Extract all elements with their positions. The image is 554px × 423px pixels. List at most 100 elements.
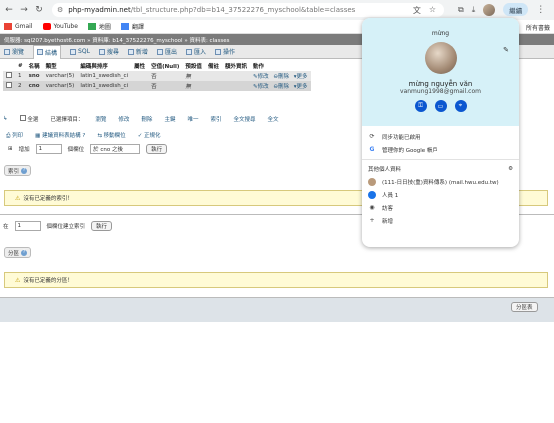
youtube-icon	[42, 23, 51, 30]
profile-item-person1[interactable]: 人員 1	[368, 188, 513, 201]
col-header-name[interactable]: 名稱	[26, 61, 43, 71]
popup-top-name: mừng	[431, 30, 450, 37]
col-header-collation: 編碼與排序	[80, 64, 108, 70]
edit-link[interactable]: ✎修改	[253, 84, 269, 90]
passwords-key-icon[interactable]: ⚿	[414, 100, 427, 112]
guest-row[interactable]: ◉ 訪客	[368, 201, 513, 214]
help-icon[interactable]: ?	[21, 249, 28, 256]
menu-kebab-icon[interactable]: ⋮	[536, 5, 545, 15]
move-columns-link[interactable]: ⇆ 移動欄位	[97, 131, 125, 140]
drop-link[interactable]: ⊖刪除	[273, 74, 289, 80]
more-dropdown[interactable]: ▾更多	[294, 74, 308, 80]
structure-icon	[37, 49, 44, 55]
drop-link[interactable]: ⊖刪除	[273, 84, 289, 90]
tab-structure[interactable]: 結構	[33, 44, 62, 59]
other-profiles-heading: 其他個人資料	[368, 167, 402, 173]
operations-icon	[214, 48, 221, 55]
profile-thumb-icon	[368, 177, 376, 186]
col-header-comments: 備註	[207, 64, 219, 70]
bulk-drop[interactable]: 刪除	[141, 115, 152, 123]
profile-item-school[interactable]: (111-日日技(重)資料傳系) (mail.hwu.edu.tw)	[368, 175, 513, 188]
check-all-checkbox[interactable]	[19, 115, 26, 121]
bulk-fulltext[interactable]: 全文	[268, 115, 279, 123]
translate-bookmark-icon	[120, 23, 129, 30]
indexes-legend: 索引?	[4, 165, 32, 176]
tab-sql[interactable]: SQL	[70, 48, 90, 55]
add-column-count-input[interactable]: 1	[35, 144, 62, 154]
tab-search[interactable]: 搜尋	[98, 47, 119, 56]
structure-table: # 名稱 類型 編碼與排序 屬性 空值(Null) 預設值 備註 額外資訊 動作…	[3, 61, 311, 91]
print-link[interactable]: ⎙ 列印	[6, 131, 23, 140]
forward-icon[interactable]: →	[18, 4, 30, 16]
bulk-unique[interactable]: 唯一	[187, 115, 198, 123]
warning-icon: ⚠	[15, 194, 21, 202]
col-header-type: 類型	[45, 64, 57, 70]
create-index-go-button[interactable]: 執行	[91, 221, 113, 231]
selection-bar: ↳ 全選 已選擇項目： 瀏覽 修改 刪除 主鍵 唯一 索引 全文搜尋 全文	[3, 115, 279, 123]
help-icon[interactable]: ?	[21, 167, 28, 174]
browser-toolbar: ← → ↻ ⚙ php-myadmin.net /tbl_structure.p…	[0, 0, 554, 20]
edit-pencil-icon[interactable]: ✎	[503, 46, 509, 54]
all-bookmarks[interactable]: 所有書籤	[526, 23, 550, 32]
add-column-position-select[interactable]: 於 cno 之後	[90, 144, 141, 154]
create-index-count-input[interactable]: 1	[14, 221, 41, 231]
no-partition-notice: ⚠ 沒有已定義的分區！	[4, 272, 548, 288]
col-header-null: 空值(Null)	[151, 64, 180, 70]
sync-row[interactable]: ⟳ 同步功能已啟用	[368, 130, 513, 143]
tab-operations[interactable]: 操作	[214, 47, 235, 56]
col-header-num: #	[18, 63, 23, 69]
url-host: php-myadmin.net	[68, 6, 131, 14]
row-checkbox[interactable]	[6, 72, 12, 78]
more-dropdown[interactable]: ▾更多	[294, 84, 308, 90]
add-profile-row[interactable]: + 新增	[368, 214, 513, 227]
tab-insert[interactable]: 新增	[127, 47, 148, 56]
propose-structure-link[interactable]: ▦ 建議資料表結構 ?	[35, 131, 85, 140]
maps-icon	[87, 23, 96, 30]
tab-import[interactable]: 匯入	[185, 47, 206, 56]
search-icon	[98, 48, 105, 55]
bulk-fulltext-search[interactable]: 全文搜尋	[233, 115, 255, 123]
bulk-edit[interactable]: 修改	[118, 115, 129, 123]
add-column-row: ⊞ 增加 1 個欄位 於 cno 之後 執行	[8, 144, 168, 154]
create-index-row: 在 1 個欄位建立索引 執行	[3, 221, 113, 231]
person-icon	[368, 190, 376, 199]
bookmark-star-icon[interactable]: ☆	[429, 5, 436, 16]
addresses-pin-icon[interactable]: ⌖	[454, 100, 467, 112]
extensions-icon[interactable]: ⧉	[458, 5, 464, 15]
reload-icon[interactable]: ↻	[33, 4, 45, 16]
site-info-icon[interactable]: ⚙	[57, 6, 63, 14]
profile-email: vanmung1998@gmail.com	[400, 88, 481, 95]
import-icon	[185, 48, 192, 55]
manage-account-row[interactable]: G 管理你的 Google 帳戶	[368, 143, 513, 156]
normalize-link[interactable]: ✓ 正規化	[138, 131, 161, 140]
guest-icon: ◉	[369, 204, 375, 211]
bookmark-maps[interactable]: 地圖	[87, 22, 111, 31]
insert-icon	[127, 48, 134, 55]
bulk-primary[interactable]: 主鍵	[164, 115, 175, 123]
col-header-attributes: 屬性	[134, 64, 146, 70]
edit-link[interactable]: ✎修改	[253, 74, 269, 80]
gmail-icon	[4, 23, 12, 30]
bookmark-gmail[interactable]: Gmail	[4, 23, 33, 30]
add-column-go-button[interactable]: 執行	[146, 144, 168, 154]
url-path: /tbl_structure.php?db=b14_37522276_mysch…	[130, 6, 356, 14]
bookmark-youtube[interactable]: YouTube	[42, 23, 78, 30]
address-bar[interactable]: ⚙ php-myadmin.net /tbl_structure.php?db=…	[52, 3, 444, 17]
row-checkbox[interactable]	[6, 82, 12, 88]
tab-export[interactable]: 匯出	[156, 47, 177, 56]
profile-avatar[interactable]	[424, 42, 457, 74]
browse-icon	[4, 48, 10, 55]
tab-browse[interactable]: 瀏覽	[4, 47, 24, 56]
back-icon[interactable]: ←	[3, 4, 15, 16]
check-all[interactable]: 全選	[19, 115, 38, 123]
bulk-index[interactable]: 索引	[210, 115, 221, 123]
settings-gear-icon[interactable]: ⚙	[508, 166, 513, 172]
download-icon[interactable]: ⤓	[472, 5, 476, 15]
bulk-browse[interactable]: 瀏覽	[95, 115, 106, 123]
payment-card-icon[interactable]: ▭	[434, 100, 447, 112]
profile-avatar-icon[interactable]	[483, 3, 496, 16]
translate-icon[interactable]: 文	[413, 5, 421, 16]
bookmark-translate[interactable]: 翻譯	[120, 22, 144, 31]
partition-table-button[interactable]: 分區表	[511, 302, 538, 312]
profile-button[interactable]: 繼續	[503, 3, 529, 16]
